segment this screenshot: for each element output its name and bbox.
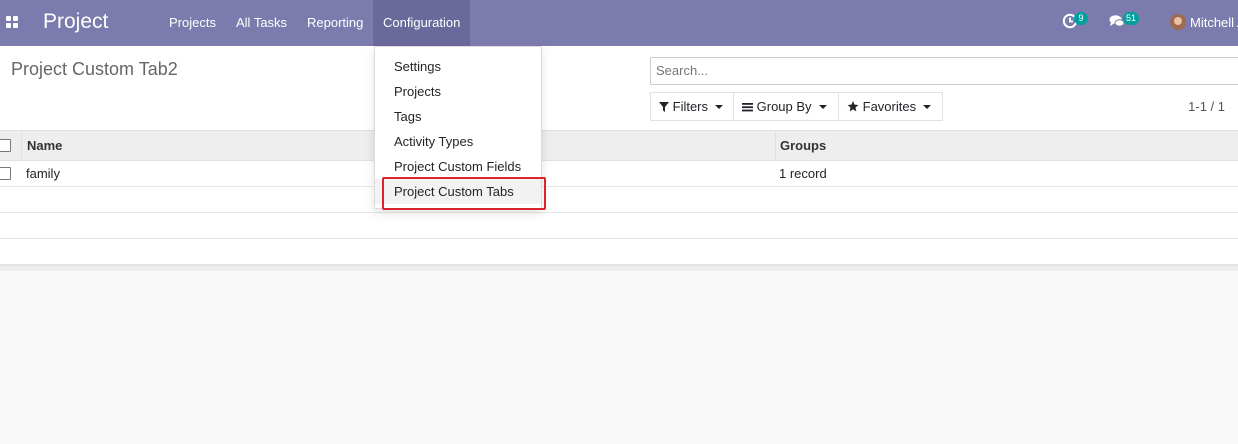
pager-value[interactable]: 1-1 / 1 [1188, 99, 1225, 114]
filter-icon [659, 102, 669, 112]
activity-count-badge: 9 [1074, 12, 1088, 25]
favorites-label: Favorites [862, 99, 917, 114]
list-view: Name Groups family 1 record [0, 131, 1238, 271]
star-icon [847, 101, 859, 112]
page-title: Project Custom Tab2 [11, 59, 178, 79]
cell-name: family [26, 166, 60, 181]
table-row[interactable]: family 1 record [0, 161, 1238, 187]
dropdown-item-tags[interactable]: Tags [375, 104, 541, 129]
table-row-empty [0, 239, 1238, 265]
favorites-button[interactable]: Favorites [838, 92, 943, 121]
list-icon [742, 103, 753, 112]
caret-down-icon [923, 104, 932, 109]
dropdown-item-project-custom-fields[interactable]: Project Custom Fields [375, 154, 541, 179]
app-name[interactable]: Project [43, 9, 108, 35]
control-panel: Project Custom Tab2 Search... Filters Gr… [0, 46, 1238, 131]
select-all-checkbox[interactable] [0, 139, 11, 152]
caret-down-icon [818, 104, 827, 109]
column-header-name[interactable]: Name [23, 131, 62, 161]
menu-projects[interactable]: Projects [159, 0, 226, 46]
menu-reporting[interactable]: Reporting [297, 0, 373, 46]
filters-label: Filters [672, 99, 709, 114]
cell-groups: 1 record [779, 166, 827, 181]
avatar[interactable] [1170, 14, 1186, 30]
top-navbar: Project Projects All Tasks Reporting Con… [0, 0, 1238, 46]
filters-button[interactable]: Filters [650, 92, 734, 121]
table-row-empty [0, 187, 1238, 213]
group-by-button[interactable]: Group By [733, 92, 839, 121]
group-by-label: Group By [756, 99, 812, 114]
search-input[interactable]: Search... [650, 57, 1238, 85]
menu-configuration[interactable]: Configuration [373, 0, 470, 46]
table-footer [0, 265, 1238, 271]
menu-all-tasks[interactable]: All Tasks [226, 0, 297, 46]
dropdown-item-settings[interactable]: Settings [375, 54, 541, 79]
caret-down-icon [715, 104, 724, 109]
dropdown-item-projects[interactable]: Projects [375, 79, 541, 104]
table-header: Name Groups [0, 131, 1238, 161]
table-row-empty [0, 213, 1238, 239]
row-checkbox[interactable] [0, 167, 11, 180]
column-header-groups[interactable]: Groups [776, 131, 826, 161]
highlight-box [382, 177, 546, 210]
user-name[interactable]: Mitchell A [1190, 15, 1238, 30]
messages-count-badge: 51 [1123, 12, 1140, 25]
apps-grid-icon[interactable] [6, 16, 18, 28]
dropdown-item-activity-types[interactable]: Activity Types [375, 129, 541, 154]
